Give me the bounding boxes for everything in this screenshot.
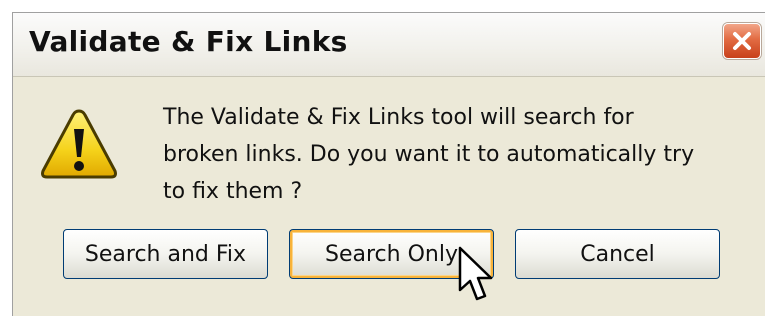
message-line: to fix them ? [163,179,303,204]
message-line: The Validate & Fix Links tool will searc… [163,105,634,130]
close-button[interactable] [723,23,761,59]
search-only-button[interactable]: Search Only [289,229,494,279]
close-icon [733,32,751,50]
message-line: broken links. Do you want it to automati… [163,142,695,167]
dialog-title: Validate & Fix Links [29,25,348,58]
search-and-fix-button[interactable]: Search and Fix [63,229,268,279]
dialog-content: The Validate & Fix Links tool will searc… [13,77,765,317]
dialog-window: Validate & Fix Links The Validate & Fix … [12,12,765,316]
title-bar[interactable]: Validate & Fix Links [13,13,765,77]
warning-icon [41,109,117,179]
cancel-button[interactable]: Cancel [515,229,720,279]
dialog-message: The Validate & Fix Links tool will searc… [163,99,758,210]
